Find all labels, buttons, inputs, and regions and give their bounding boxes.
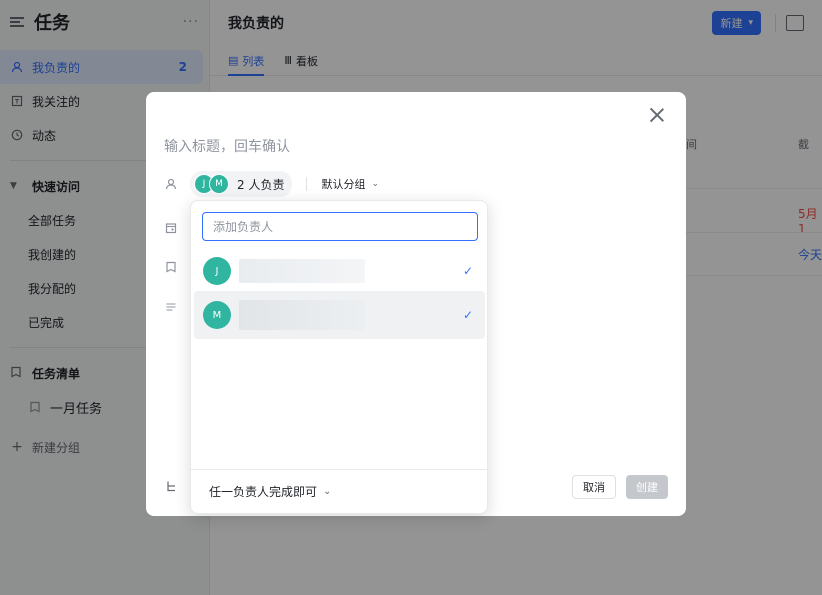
member-option[interactable]: M ✓ [194,291,485,339]
avatar: M [203,301,231,329]
task-title-input[interactable]: 输入标题，回车确认 [164,136,290,156]
divider [306,177,308,191]
check-icon: ✓ [462,308,473,322]
assignee-row: J M 2 人负责 默认分组 ⌄ [190,171,379,197]
subtask-icon[interactable] [164,479,178,493]
avatar: J [203,257,231,285]
assignee-count: 2 人负责 [237,177,285,192]
group-label: 默认分组 [321,178,366,191]
close-icon[interactable] [649,108,664,122]
avatar: M [209,174,229,194]
member-option[interactable]: J ✓ [194,247,485,295]
group-select[interactable]: 默认分组 ⌄ [321,176,379,192]
assignee-chip[interactable]: J M 2 人负责 [190,171,293,197]
member-name-redacted [239,259,365,283]
task-list-icon[interactable] [164,260,178,274]
cancel-button[interactable]: 取消 [572,475,616,499]
completion-mode-label: 任一负责人完成即可 [209,485,318,499]
description-icon[interactable] [164,300,178,314]
assignee-dropdown: 添加负责人 J ✓ M ✓ 任一负责人完成即可 ⌄ [190,200,488,514]
completion-mode-select[interactable]: 任一负责人完成即可 ⌄ [191,469,487,513]
check-icon: ✓ [462,264,473,278]
chevron-down-icon: ⌄ [323,486,332,497]
chevron-down-icon: ⌄ [371,179,379,189]
add-assignee-input[interactable]: 添加负责人 [202,212,478,241]
assignee-icon [164,177,178,191]
member-name-redacted [239,300,365,330]
create-button[interactable]: 创建 [626,475,668,499]
calendar-icon[interactable] [164,221,178,235]
